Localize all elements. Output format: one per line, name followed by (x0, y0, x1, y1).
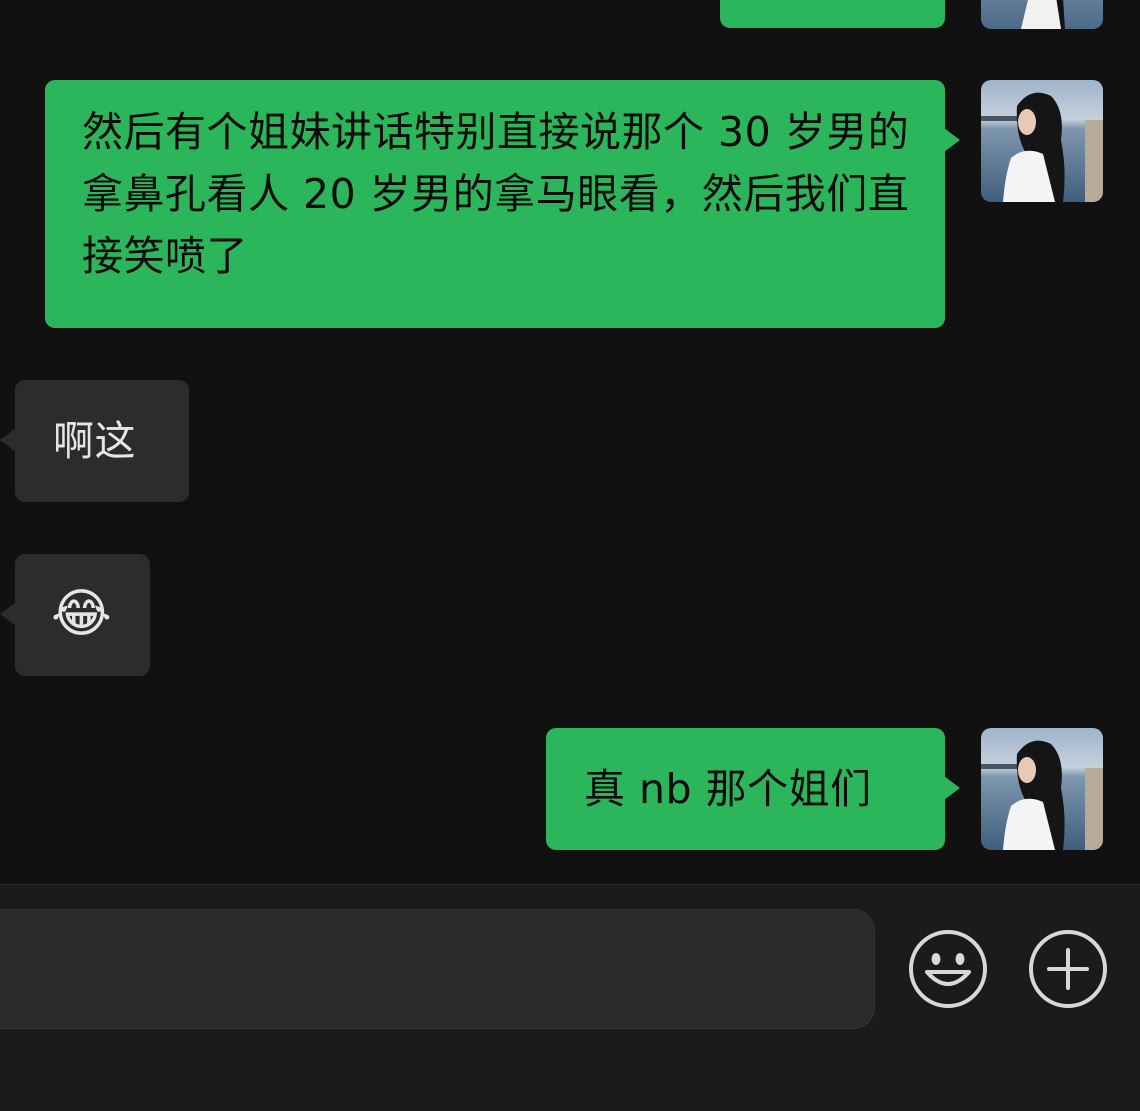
message-bubble-incoming[interactable]: 啊这 (15, 380, 189, 502)
message-bubble-incoming[interactable]: 😂 (15, 554, 150, 676)
smiley-face-icon[interactable] (907, 928, 989, 1010)
chat-screen: 然后有个姐妹讲话特别直接说那个 30 岁男的拿鼻孔看人 20 岁男的拿马眼看，然… (0, 0, 1140, 1111)
bubble-tail (944, 776, 960, 800)
message-bubble-outgoing[interactable]: 真 nb 那个姐们 (546, 728, 945, 850)
bubble-tail (0, 602, 16, 626)
plus-circle-icon[interactable] (1027, 928, 1109, 1010)
self-avatar[interactable] (981, 80, 1103, 202)
message-text: 真 nb 那个姐们 (584, 765, 872, 813)
message-text: 啊这 (53, 417, 136, 465)
message-input[interactable] (0, 909, 875, 1029)
emoji-message: 😂 (51, 584, 113, 644)
message-list[interactable]: 然后有个姐妹讲话特别直接说那个 30 岁男的拿鼻孔看人 20 岁男的拿马眼看，然… (0, 0, 1140, 884)
bubble-tail (0, 428, 16, 452)
message-text: 然后有个姐妹讲话特别直接说那个 30 岁男的拿鼻孔看人 20 岁男的拿马眼看，然… (82, 108, 910, 280)
self-avatar[interactable] (981, 0, 1103, 29)
message-bubble-outgoing[interactable] (720, 0, 945, 28)
input-bar (0, 884, 1140, 1111)
bubble-tail (944, 128, 960, 152)
message-bubble-outgoing[interactable]: 然后有个姐妹讲话特别直接说那个 30 岁男的拿鼻孔看人 20 岁男的拿马眼看，然… (45, 80, 945, 328)
self-avatar[interactable] (981, 728, 1103, 850)
